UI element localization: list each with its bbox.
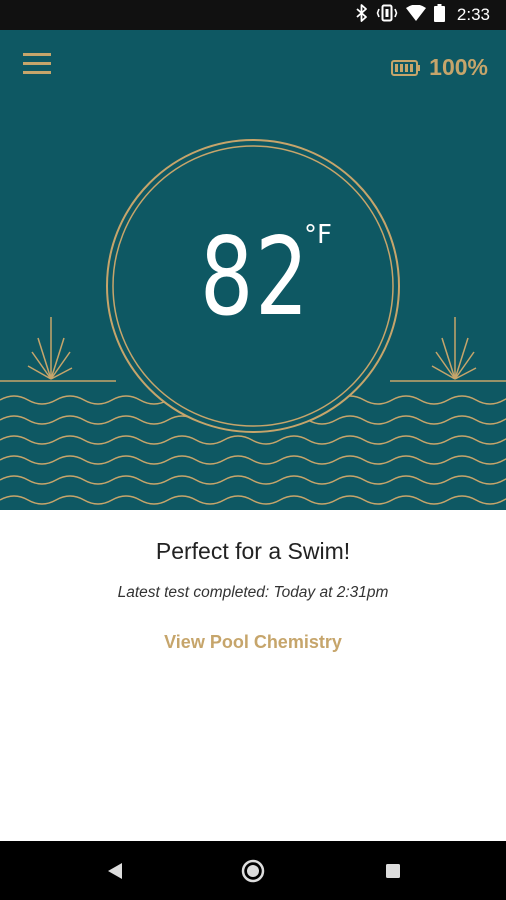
device-battery: 100%: [391, 54, 488, 81]
bluetooth-icon: [356, 3, 368, 27]
temperature-unit: °F: [304, 220, 332, 250]
temperature-value: 82: [199, 215, 311, 340]
view-pool-chemistry-link[interactable]: View Pool Chemistry: [0, 632, 506, 653]
back-icon: [108, 863, 122, 879]
wifi-icon: [405, 4, 426, 26]
status-headline: Perfect for a Swim!: [155, 538, 351, 564]
battery-icon: [433, 3, 445, 27]
latest-test-text: Latest test completed: Today at 2:31pm: [117, 584, 389, 601]
status-bar: 2:33: [0, 0, 506, 30]
battery-level: 100%: [429, 54, 488, 80]
menu-button[interactable]: [20, 50, 56, 80]
home-button[interactable]: [238, 857, 268, 885]
recents-button[interactable]: [378, 857, 408, 885]
temperature-hero: 100% 82 °F: [0, 30, 506, 510]
battery-icon: [391, 59, 421, 76]
status-icons: 2:33: [356, 0, 490, 30]
status-time: 2:33: [456, 5, 490, 24]
home-icon: [241, 859, 265, 883]
back-button[interactable]: [100, 857, 130, 885]
navigation-bar: [0, 841, 506, 900]
status-panel: Perfect for a Swim! Latest test complete…: [0, 510, 506, 840]
vibrate-icon: [376, 4, 398, 27]
recents-icon: [386, 864, 400, 878]
hamburger-menu-icon: [23, 53, 51, 74]
